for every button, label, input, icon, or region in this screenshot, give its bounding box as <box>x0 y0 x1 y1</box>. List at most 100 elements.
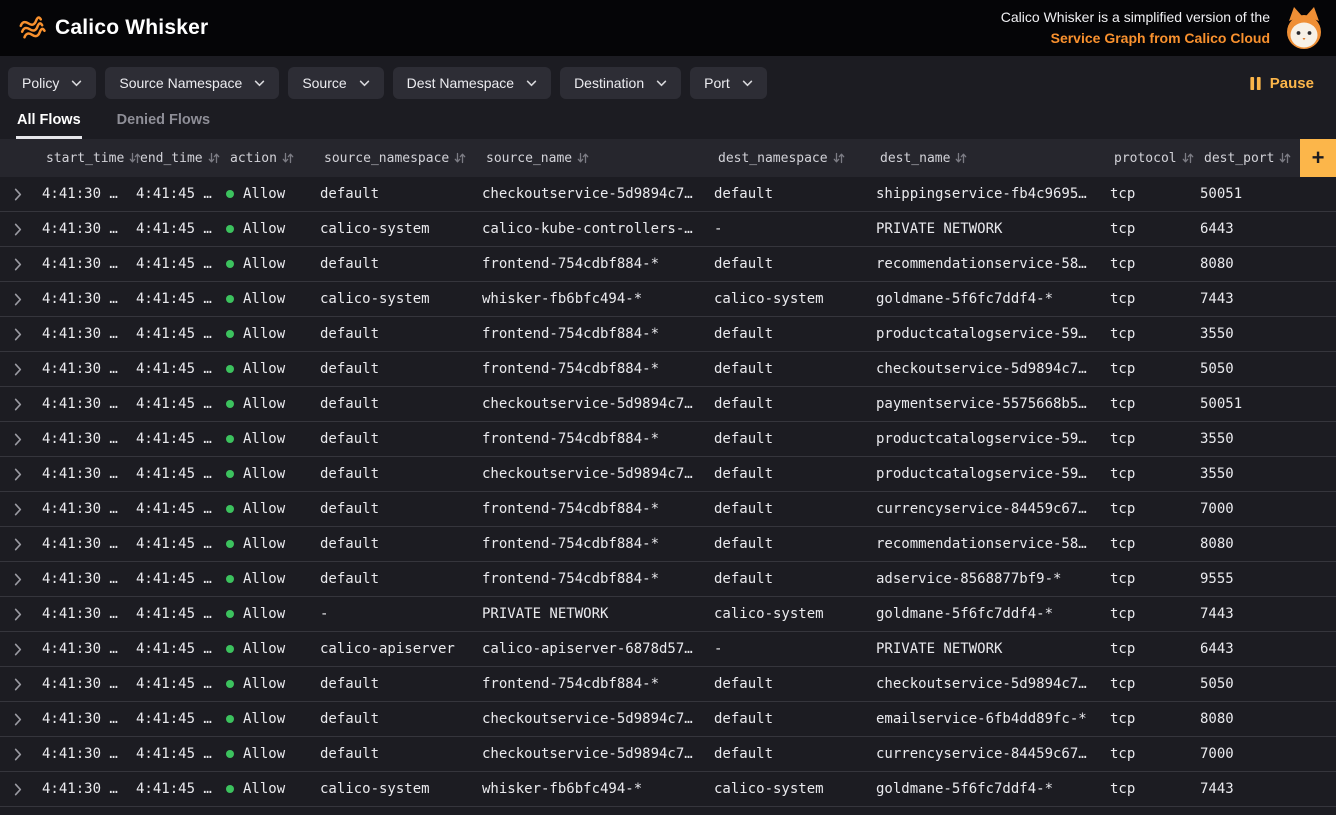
chevron-right-icon <box>14 608 22 621</box>
column-header-protocol[interactable]: protocol <box>1104 139 1194 177</box>
row-expander[interactable] <box>0 632 36 666</box>
row-expander[interactable] <box>0 702 36 736</box>
column-header-dest-namespace[interactable]: dest_namespace <box>708 139 870 177</box>
cell-start-time: 4:41:30 … <box>36 352 130 386</box>
filter-button-port[interactable]: Port <box>690 67 767 99</box>
cell-start-time: 4:41:30 … <box>36 282 130 316</box>
row-expander[interactable] <box>0 212 36 246</box>
pause-button[interactable]: Pause <box>1241 75 1322 92</box>
column-header-dest-name[interactable]: dest_name <box>870 139 1104 177</box>
tab-all-flows[interactable]: All Flows <box>16 104 82 139</box>
cell-spacer <box>1300 317 1336 351</box>
filter-button-source[interactable]: Source <box>288 67 383 99</box>
cell-source-name: frontend-754cdbf884-* <box>476 562 708 596</box>
cell-action: Allow <box>220 282 314 316</box>
cell-source-namespace: default <box>314 247 476 281</box>
cell-source-name: checkoutservice-5d9894c7… <box>476 177 708 211</box>
row-expander[interactable] <box>0 527 36 561</box>
filter-button-destination[interactable]: Destination <box>560 67 681 99</box>
table-row[interactable]: 4:41:30 … 4:41:45 … Allow calico-system … <box>0 212 1336 247</box>
tab-denied-flows[interactable]: Denied Flows <box>116 104 211 139</box>
cell-end-time: 4:41:45 … <box>130 422 220 456</box>
cell-dest-port: 9555 <box>1194 562 1300 596</box>
table-row[interactable]: 4:41:30 … 4:41:45 … Allow default checko… <box>0 737 1336 772</box>
table-row[interactable]: 4:41:30 … 4:41:45 … Allow default fronte… <box>0 667 1336 702</box>
table-row[interactable]: 4:41:30 … 4:41:45 … Allow default fronte… <box>0 562 1336 597</box>
cell-protocol: tcp <box>1104 352 1194 386</box>
action-status-dot <box>226 540 234 548</box>
cell-spacer <box>1300 702 1336 736</box>
chevron-right-icon <box>14 538 22 551</box>
table-row[interactable]: 4:41:30 … 4:41:45 … Allow default checko… <box>0 387 1336 422</box>
cell-spacer <box>1300 387 1336 421</box>
column-header-end-time[interactable]: end_time <box>130 139 220 177</box>
row-expander[interactable] <box>0 422 36 456</box>
column-header-dest-port[interactable]: dest_port <box>1194 139 1300 177</box>
table-row[interactable]: 4:41:30 … 4:41:45 … Allow - PRIVATE NETW… <box>0 597 1336 632</box>
table-row[interactable]: 4:41:30 … 4:41:45 … Allow default checko… <box>0 177 1336 212</box>
row-expander[interactable] <box>0 352 36 386</box>
cell-end-time: 4:41:45 … <box>130 387 220 421</box>
column-header-start-time[interactable]: start_time <box>36 139 130 177</box>
row-expander[interactable] <box>0 457 36 491</box>
cell-start-time: 4:41:30 … <box>36 457 130 491</box>
column-label: end_time <box>140 151 203 166</box>
cell-protocol: tcp <box>1104 212 1194 246</box>
column-label: source_namespace <box>324 151 449 166</box>
chevron-right-icon <box>14 223 22 236</box>
row-expander[interactable] <box>0 772 36 806</box>
cell-spacer <box>1300 282 1336 316</box>
column-header-action[interactable]: action <box>220 139 314 177</box>
service-graph-link[interactable]: Service Graph from Calico Cloud <box>1051 28 1270 49</box>
cell-source-name: calico-apiserver-6878d57… <box>476 632 708 666</box>
table-row[interactable]: 4:41:30 … 4:41:45 … Allow default fronte… <box>0 527 1336 562</box>
table-row[interactable]: 4:41:30 … 4:41:45 … Allow default fronte… <box>0 422 1336 457</box>
row-expander[interactable] <box>0 562 36 596</box>
cell-dest-port: 7443 <box>1194 597 1300 631</box>
table-row[interactable]: 4:41:30 … 4:41:45 … Allow default fronte… <box>0 352 1336 387</box>
table-header-row: start_time end_time action source_namesp… <box>0 139 1336 177</box>
cell-source-name: frontend-754cdbf884-* <box>476 667 708 701</box>
row-expander[interactable] <box>0 387 36 421</box>
action-status-dot <box>226 330 234 338</box>
action-label: Allow <box>243 361 285 377</box>
table-row[interactable]: 4:41:30 … 4:41:45 … Allow default fronte… <box>0 492 1336 527</box>
cell-dest-port: 5050 <box>1194 667 1300 701</box>
table-row[interactable]: 4:41:30 … 4:41:45 … Allow calico-apiserv… <box>0 632 1336 667</box>
filter-button-source-namespace[interactable]: Source Namespace <box>105 67 279 99</box>
table-row[interactable]: 4:41:30 … 4:41:45 … Allow default checko… <box>0 457 1336 492</box>
action-status-dot <box>226 575 234 583</box>
filter-button-policy[interactable]: Policy <box>8 67 96 99</box>
filter-button-dest-namespace[interactable]: Dest Namespace <box>393 67 551 99</box>
row-expander[interactable] <box>0 317 36 351</box>
column-header-source-namespace[interactable]: source_namespace <box>314 139 476 177</box>
action-status-dot <box>226 750 234 758</box>
row-expander[interactable] <box>0 737 36 771</box>
cell-dest-port: 3550 <box>1194 422 1300 456</box>
cell-action: Allow <box>220 772 314 806</box>
action-label: Allow <box>243 641 285 657</box>
row-expander[interactable] <box>0 247 36 281</box>
add-column-button[interactable]: + <box>1300 139 1336 177</box>
table-row[interactable]: 4:41:30 … 4:41:45 … Allow calico-system … <box>0 282 1336 317</box>
action-label: Allow <box>243 326 285 342</box>
row-expander[interactable] <box>0 597 36 631</box>
action-label: Allow <box>243 501 285 517</box>
row-expander[interactable] <box>0 177 36 211</box>
cell-end-time: 4:41:45 … <box>130 247 220 281</box>
row-expander[interactable] <box>0 282 36 316</box>
row-expander[interactable] <box>0 667 36 701</box>
cell-dest-namespace: calico-system <box>708 597 870 631</box>
row-expander[interactable] <box>0 492 36 526</box>
cell-dest-port: 8080 <box>1194 702 1300 736</box>
table-row[interactable]: 4:41:30 … 4:41:45 … Allow default fronte… <box>0 247 1336 282</box>
cell-dest-port: 7443 <box>1194 772 1300 806</box>
cell-end-time: 4:41:45 … <box>130 282 220 316</box>
table-row[interactable]: 4:41:30 … 4:41:45 … Allow calico-system … <box>0 772 1336 807</box>
cell-protocol: tcp <box>1104 772 1194 806</box>
column-header-source-name[interactable]: source_name <box>476 139 708 177</box>
column-label: protocol <box>1114 151 1177 166</box>
table-row[interactable]: 4:41:30 … 4:41:45 … Allow default fronte… <box>0 317 1336 352</box>
table-row[interactable]: 4:41:30 … 4:41:45 … Allow default checko… <box>0 702 1336 737</box>
cell-dest-namespace: calico-system <box>708 282 870 316</box>
